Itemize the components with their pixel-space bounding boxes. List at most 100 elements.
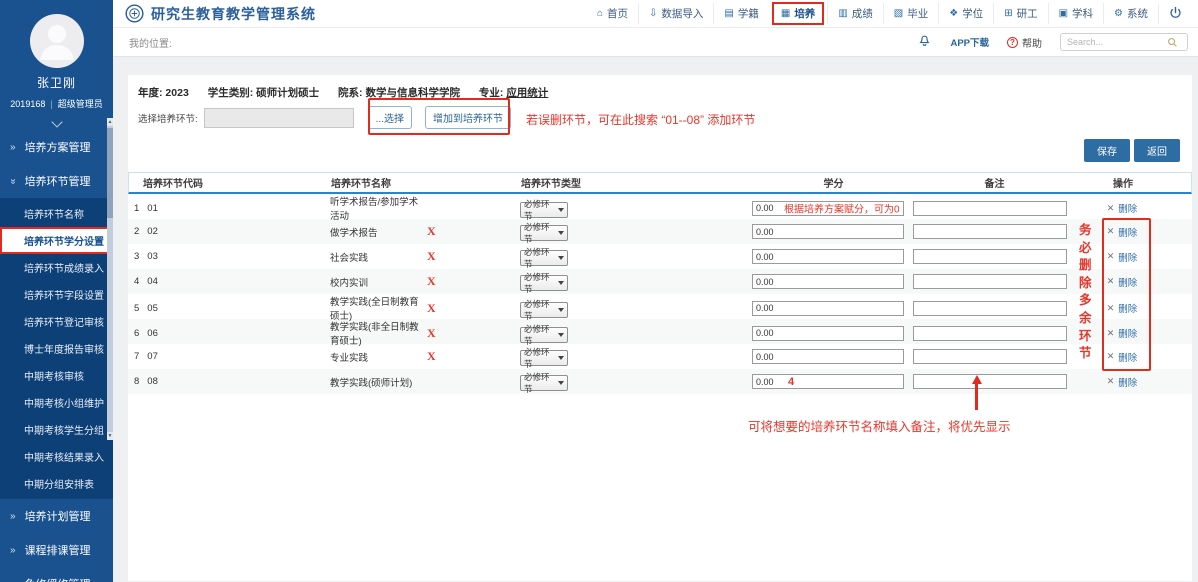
phase-picker-label: 选择培养环节: <box>138 111 198 125</box>
graduation-icon: ▧ <box>894 8 903 19</box>
sidebar-subitem-phase-credit-setting[interactable]: 培养环节学分设置 <box>0 227 113 254</box>
phase-type-select[interactable]: 必修环节 <box>520 327 568 343</box>
back-button[interactable]: 返回 <box>1134 139 1180 162</box>
credit-input[interactable] <box>752 374 904 389</box>
note-input[interactable] <box>913 274 1067 289</box>
search-icon[interactable] <box>1167 37 1178 48</box>
credit-input[interactable] <box>752 249 904 264</box>
select-caret-icon <box>558 333 564 337</box>
sidebar-subitem-phase-field-setting[interactable]: 培养环节字段设置 <box>0 281 113 308</box>
delete-link[interactable]: 删除 <box>1118 201 1137 215</box>
nav-item-graduation[interactable]: ▧ 毕业 <box>883 3 938 24</box>
sidebar-submenu: 培养环节名称 培养环节学分设置 培养环节成绩录入 培养环节字段设置 培养环节登记… <box>0 198 113 499</box>
year-label: 年度: <box>138 87 163 99</box>
credit-input[interactable] <box>752 326 904 341</box>
notification-bell-button[interactable] <box>917 32 932 53</box>
phase-type-select[interactable]: 必修环节 <box>520 225 568 241</box>
save-button[interactable]: 保存 <box>1084 139 1130 162</box>
note-input[interactable] <box>913 301 1067 316</box>
phase-code: 02 <box>147 226 158 237</box>
note-input[interactable] <box>913 349 1067 364</box>
nav-item-grades[interactable]: ▥ 成绩 <box>827 3 882 24</box>
sidebar-subitem-midterm-student-group[interactable]: 中期考核学生分组 <box>0 416 113 443</box>
sidebar-item-training-schedule-mgmt[interactable]: » 培养计划管理 <box>0 499 113 533</box>
nav-item-home[interactable]: ⌂ 首页 <box>587 3 638 24</box>
delete-link[interactable]: 删除 <box>1118 326 1137 340</box>
nav-item-degree[interactable]: ❖ 学位 <box>938 3 993 24</box>
select-caret-icon <box>558 308 564 312</box>
phase-type-select[interactable]: 必修环节 <box>520 302 568 318</box>
phase-picker-input[interactable] <box>204 108 354 128</box>
nav-item-discipline[interactable]: ▣ 学科 <box>1048 3 1103 24</box>
credit-input[interactable] <box>752 274 904 289</box>
delete-x-icon: ✕ <box>1107 303 1115 314</box>
sidebar-subitem-midterm-result-entry[interactable]: 中期考核结果录入 <box>0 443 113 470</box>
logout-button[interactable] <box>1158 4 1190 24</box>
note-input[interactable] <box>913 224 1067 239</box>
sidebar-subitem-phase-register-audit[interactable]: 培养环节登记审核 <box>0 308 113 335</box>
phase-name: 教学实践(全日制教育硕士) <box>330 294 427 322</box>
nav-item-student-roll[interactable]: ▤ 学籍 <box>713 3 768 24</box>
note-input[interactable] <box>913 326 1067 341</box>
top-nav: ⌂ 首页 ⇩ 数据导入 ▤ 学籍 ▦ 培养 ▥ 成绩 ▧ 毕业 ❖ 学位 ⊞ 研 <box>587 2 1190 25</box>
note-input[interactable] <box>913 201 1067 216</box>
select-caret-icon <box>558 208 564 212</box>
scrollbar-thumb[interactable] <box>107 128 113 218</box>
user-meta: 2019168 | 超级管理员 <box>0 97 113 110</box>
phase-name: 校内实训 <box>330 275 427 289</box>
nav-item-system[interactable]: ⚙ 系统 <box>1103 3 1158 24</box>
row-index: 1 <box>134 203 139 214</box>
phase-type-select[interactable]: 必修环节 <box>520 250 568 266</box>
nav-item-research-work[interactable]: ⊞ 研工 <box>993 3 1047 24</box>
row-index: 2 <box>134 226 139 237</box>
sidebar-item-training-phase-mgmt[interactable]: » 培养环节管理 <box>0 164 113 198</box>
delete-link[interactable]: 删除 <box>1118 225 1137 239</box>
app-download-link[interactable]: APP下载 <box>950 35 989 49</box>
sidebar-subitem-phd-annual-report[interactable]: 博士年度报告审核 <box>0 335 113 362</box>
sidebar-subitem-midterm-schedule[interactable]: 中期分组安排表 <box>0 470 113 497</box>
phase-name: 听学术报告/参加学术活动 <box>330 194 427 222</box>
nav-item-data-import[interactable]: ⇩ 数据导入 <box>638 3 713 24</box>
add-to-phase-button[interactable]: 增加到培养环节 <box>425 106 511 129</box>
search-input[interactable] <box>1067 37 1167 47</box>
row-index: 8 <box>134 376 139 387</box>
sidebar-subitem-midterm-audit[interactable]: 中期考核审核 <box>0 362 113 389</box>
nav-item-cultivation[interactable]: ▦ 培养 <box>772 2 824 25</box>
sidebar-subitem-midterm-group-maintain[interactable]: 中期考核小组维护 <box>0 389 113 416</box>
note-input[interactable] <box>913 249 1067 264</box>
scroll-down-icon[interactable]: ▼ <box>107 432 113 440</box>
note-input[interactable] <box>913 374 1067 389</box>
phase-type-select[interactable]: 必修环节 <box>520 375 568 391</box>
sidebar-item-training-plan-mgmt[interactable]: » 培养方案管理 <box>0 130 113 164</box>
sidebar-item-exemption-mgmt[interactable]: » 免修缓修管理 <box>0 567 113 582</box>
sidebar-subitem-phase-score-entry[interactable]: 培养环节成绩录入 <box>0 254 113 281</box>
delete-link[interactable]: 删除 <box>1118 250 1137 264</box>
delete-link[interactable]: 删除 <box>1118 301 1137 315</box>
delete-link[interactable]: 删除 <box>1118 375 1137 389</box>
major-label: 专业: <box>479 87 504 99</box>
credit-input[interactable] <box>752 201 904 216</box>
delete-x-icon: ✕ <box>1107 276 1115 287</box>
scroll-up-icon[interactable]: ▲ <box>107 118 113 126</box>
system-icon: ⚙ <box>1114 8 1123 19</box>
sidebar-subitem-phase-name[interactable]: 培养环节名称 <box>0 200 113 227</box>
phase-type-select[interactable]: 必修环节 <box>520 202 568 218</box>
phase-type-select[interactable]: 必修环节 <box>520 350 568 366</box>
sidebar-scrollbar[interactable]: ▲ ▼ <box>107 118 113 440</box>
sidebar-item-course-scheduling-mgmt[interactable]: » 课程排课管理 <box>0 533 113 567</box>
delete-link[interactable]: 删除 <box>1118 275 1137 289</box>
phase-name: 教学实践(非全日制教育硕士) <box>330 319 427 347</box>
credit-input[interactable] <box>752 224 904 239</box>
avatar[interactable] <box>30 14 84 68</box>
table-row: 808 教学实践(硕师计划) 必修环节 4 ✕删除 <box>128 369 1192 394</box>
phase-type-select[interactable]: 必修环节 <box>520 275 568 291</box>
nav-label: 首页 <box>607 6 628 21</box>
credit-input[interactable] <box>752 301 904 316</box>
phase-name: 专业实践 <box>330 350 427 364</box>
help-button[interactable]: ? 帮助 <box>1007 35 1042 50</box>
nav-label: 学位 <box>962 6 983 21</box>
delete-link[interactable]: 删除 <box>1118 350 1137 364</box>
choose-button[interactable]: ...选择 <box>368 106 412 129</box>
credit-input[interactable] <box>752 349 904 364</box>
chevron-down-icon[interactable] <box>51 116 62 127</box>
